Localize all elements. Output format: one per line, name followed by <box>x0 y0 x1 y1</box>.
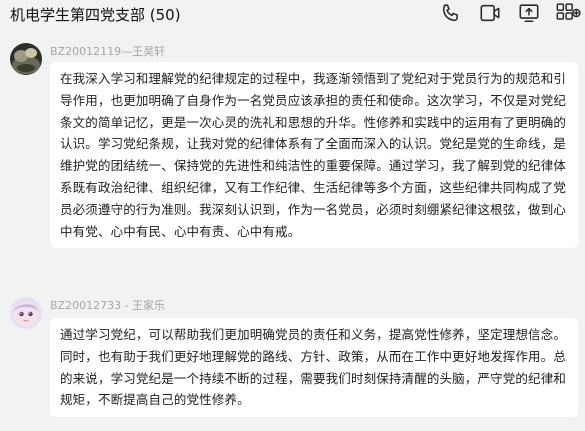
avatar[interactable] <box>10 43 42 75</box>
sender-name: BZ20012733 - 王家乐 <box>50 299 166 312</box>
chat-title: 机电学生第四党支部 (50) <box>10 6 181 24</box>
sender-name: BZ20012119—王昊轩 <box>50 45 166 58</box>
message-bubble: 在我深入学习和理解党的纪律规定的过程中，我逐渐领悟到了党纪对于党员行为的规范和引… <box>50 62 578 249</box>
screen-share-icon[interactable] <box>516 1 542 25</box>
apps-add-icon[interactable] <box>555 1 581 25</box>
chat-toolbar <box>425 1 581 25</box>
message-bubble: 通过学习党纪，可以帮助我们更加明确党员的责任和义务，提高党性修养，坚定理想信念。… <box>50 318 578 418</box>
chat-header: 机电学生第四党支部 (50) <box>0 0 585 30</box>
video-call-icon[interactable] <box>477 1 503 25</box>
avatar[interactable] <box>10 297 42 329</box>
phone-icon[interactable] <box>438 1 464 25</box>
